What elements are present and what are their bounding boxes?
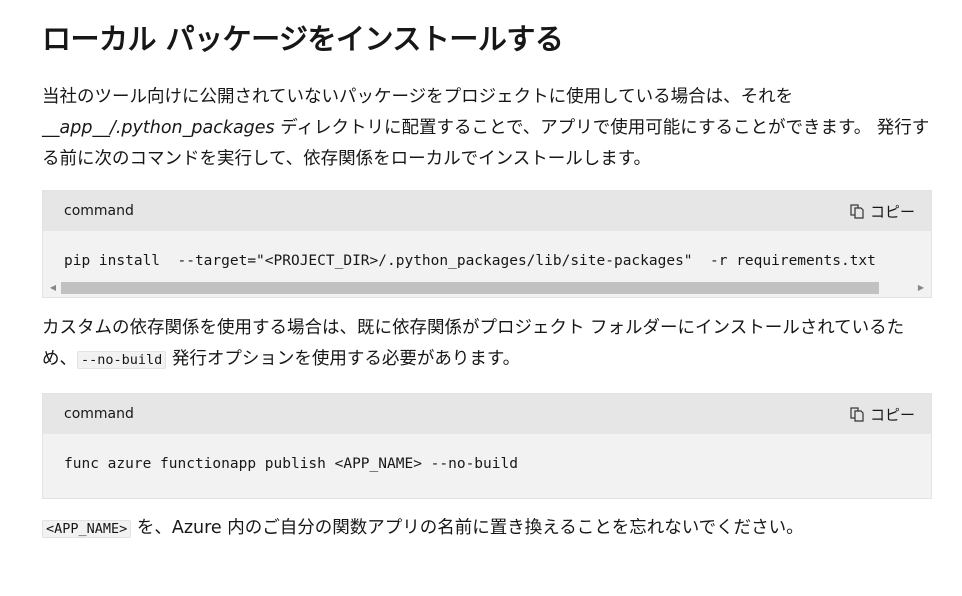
intro-text-1: 当社のツール向けに公開されていないパッケージをプロジェクトに使用している場合は、… xyxy=(42,87,794,107)
app-name-paragraph: <APP_NAME> を、Azure 内のご自分の関数アプリの名前に置き換えるこ… xyxy=(42,513,932,545)
section-heading: ローカル パッケージをインストールする xyxy=(42,22,564,56)
no-build-paragraph: カスタムの依存関係を使用する場合は、既に依存関係がプロジェクト フォルダーにイン… xyxy=(42,313,932,376)
code-language-label: command xyxy=(64,203,134,219)
scroll-left-arrow-icon[interactable]: ◀ xyxy=(49,279,57,297)
intro-path: __app__/.python_packages xyxy=(42,118,275,138)
para2-text-2: 発行オプションを使用する必要があります。 xyxy=(166,349,521,369)
code-block-func-publish: command コピー func azure functionapp publi… xyxy=(42,393,932,499)
para3-text: を、Azure 内のご自分の関数アプリの名前に置き換えることを忘れないでください… xyxy=(131,518,804,538)
code-language-label: command xyxy=(64,406,134,422)
horizontal-scrollbar[interactable]: ◀ ▶ xyxy=(43,279,931,297)
scroll-thumb[interactable] xyxy=(61,282,879,294)
copy-icon xyxy=(850,406,864,422)
code-content[interactable]: func azure functionapp publish <APP_NAME… xyxy=(43,434,931,498)
scroll-right-arrow-icon[interactable]: ▶ xyxy=(917,279,925,297)
inline-code-no-build: --no-build xyxy=(77,351,167,369)
copy-button[interactable]: コピー xyxy=(850,404,915,425)
copy-button-label: コピー xyxy=(869,405,915,424)
copy-button-label: コピー xyxy=(869,202,915,221)
code-header: command コピー xyxy=(43,191,931,231)
code-content[interactable]: pip install --target="<PROJECT_DIR>/.pyt… xyxy=(43,231,931,279)
intro-paragraph: 当社のツール向けに公開されていないパッケージをプロジェクトに使用している場合は、… xyxy=(42,82,932,175)
scroll-track[interactable] xyxy=(61,279,913,297)
code-block-pip-install: command コピー pip install --target="<PROJE… xyxy=(42,190,932,298)
inline-code-app-name: <APP_NAME> xyxy=(42,520,132,538)
copy-button[interactable]: コピー xyxy=(850,201,915,222)
code-header: command コピー xyxy=(43,394,931,434)
copy-icon xyxy=(850,203,864,219)
article-content: ローカル パッケージをインストールする 当社のツール向けに公開されていないパッケ… xyxy=(42,18,932,545)
